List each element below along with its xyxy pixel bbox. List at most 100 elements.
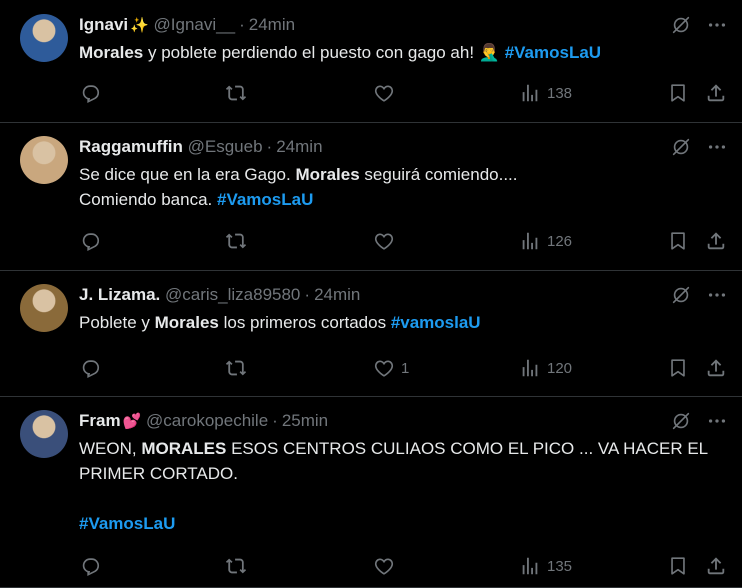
- views-button[interactable]: 120: [519, 356, 572, 380]
- grok-icon[interactable]: [670, 136, 692, 163]
- like-icon: [373, 230, 395, 252]
- more-icon[interactable]: [706, 14, 728, 41]
- retweet-button[interactable]: [225, 81, 247, 105]
- like-button[interactable]: [373, 81, 395, 105]
- name-emoji: ✨: [130, 17, 149, 34]
- text-segment: 🤦‍♂️: [478, 43, 500, 62]
- highlight-text: Morales: [295, 165, 360, 184]
- share-button[interactable]: [705, 229, 727, 253]
- avatar[interactable]: [20, 14, 68, 62]
- like-button[interactable]: [373, 554, 395, 578]
- display-name[interactable]: J. Lizama.: [79, 285, 160, 304]
- share-icon: [705, 357, 727, 379]
- bookmark-icon: [667, 555, 689, 577]
- tweet-action-bar: 138: [79, 81, 729, 105]
- share-icon: [705, 82, 727, 104]
- share-button[interactable]: [705, 554, 727, 578]
- views-icon: [519, 357, 541, 379]
- tweet[interactable]: Fram 💕 @carokopechile · 25min WEON, MORALES …: [0, 396, 742, 588]
- more-icon[interactable]: [706, 136, 728, 163]
- reply-icon: [79, 82, 101, 104]
- hashtag-link[interactable]: #vamoslaU: [391, 313, 481, 332]
- retweet-icon: [225, 230, 247, 252]
- tweet-text: Morales y poblete perdiendo el puesto co…: [79, 40, 719, 65]
- grok-icon[interactable]: [670, 14, 692, 41]
- views-button[interactable]: 135: [519, 554, 572, 578]
- tweet-action-bar: 135: [79, 554, 729, 578]
- grok-icon[interactable]: [670, 410, 692, 437]
- display-name[interactable]: Ignavi: [79, 15, 128, 34]
- tweet-top-actions: [670, 284, 728, 311]
- text-segment: Comiendo banca.: [79, 190, 217, 209]
- reply-button[interactable]: [79, 81, 101, 105]
- retweet-icon: [225, 82, 247, 104]
- hashtag-link[interactable]: #VamosLaU: [505, 43, 601, 62]
- share-button[interactable]: [705, 356, 727, 380]
- display-name[interactable]: Raggamuffin: [79, 137, 183, 156]
- tweet[interactable]: J. Lizama. @caris_liza89580 · 24min Poblete…: [0, 270, 742, 397]
- user-handle[interactable]: @carokopechile: [146, 411, 268, 430]
- bookmark-button[interactable]: [667, 356, 689, 380]
- tweet-text: Poblete y Morales los primeros cortados …: [79, 310, 719, 335]
- like-icon: [373, 357, 395, 379]
- share-button[interactable]: [705, 81, 727, 105]
- user-handle[interactable]: @caris_liza89580: [165, 285, 300, 304]
- views-icon: [519, 555, 541, 577]
- like-button[interactable]: 1: [373, 356, 409, 380]
- display-name[interactable]: Fram: [79, 411, 121, 430]
- share-icon: [705, 230, 727, 252]
- user-handle[interactable]: @Ignavi__: [154, 15, 236, 34]
- tweet-action-bar: 1 120: [79, 356, 729, 380]
- tweet-header: J. Lizama. @caris_liza89580 · 24min: [79, 284, 360, 306]
- separator-dot: ·: [266, 137, 273, 156]
- like-icon: [373, 82, 395, 104]
- bookmark-button[interactable]: [667, 229, 689, 253]
- avatar[interactable]: [20, 136, 68, 184]
- views-button[interactable]: 126: [519, 229, 572, 253]
- view-count: 120: [547, 359, 573, 377]
- view-count: 135: [547, 557, 573, 575]
- tweet[interactable]: Ignavi ✨ @Ignavi__ · 24min Morales y poblete…: [0, 0, 742, 123]
- retweet-button[interactable]: [225, 356, 247, 380]
- separator-dot: ·: [304, 285, 311, 304]
- reply-button[interactable]: [79, 356, 101, 380]
- tweet-header: Ignavi ✨ @Ignavi__ · 24min: [79, 14, 295, 36]
- like-icon: [373, 555, 395, 577]
- bookmark-button[interactable]: [667, 81, 689, 105]
- like-button[interactable]: [373, 229, 395, 253]
- highlight-text: Morales: [79, 43, 144, 62]
- hashtag-link[interactable]: #VamosLaU: [217, 190, 313, 209]
- more-icon[interactable]: [706, 284, 728, 311]
- hashtag-link[interactable]: #VamosLaU: [79, 514, 175, 533]
- reply-button[interactable]: [79, 554, 101, 578]
- grok-icon[interactable]: [670, 284, 692, 311]
- tweet[interactable]: Raggamuffin @Esgueb · 24min Se dice que en …: [0, 122, 742, 271]
- tweet-text: WEON, MORALES ESOS CENTROS CULIAOS COMO …: [79, 436, 719, 536]
- timestamp[interactable]: 24min: [314, 285, 360, 304]
- views-button[interactable]: 138: [519, 81, 572, 105]
- text-segment: los primeros cortados: [218, 313, 391, 332]
- tweet-top-actions: [670, 410, 728, 437]
- retweet-button[interactable]: [225, 229, 247, 253]
- user-handle[interactable]: @Esgueb: [188, 137, 263, 156]
- retweet-icon: [225, 555, 247, 577]
- reply-button[interactable]: [79, 229, 101, 253]
- timestamp[interactable]: 24min: [276, 137, 322, 156]
- text-segment: WEON,: [79, 439, 142, 458]
- retweet-button[interactable]: [225, 554, 247, 578]
- avatar[interactable]: [20, 284, 68, 332]
- timestamp[interactable]: 24min: [249, 15, 295, 34]
- separator-dot: ·: [239, 15, 245, 34]
- bookmark-button[interactable]: [667, 554, 689, 578]
- highlight-text: Morales: [154, 313, 219, 332]
- text-segment: Se dice que en la era Gago.: [79, 165, 296, 184]
- view-count: 126: [547, 232, 573, 250]
- timestamp[interactable]: 25min: [282, 411, 328, 430]
- avatar[interactable]: [20, 410, 68, 458]
- more-icon[interactable]: [706, 410, 728, 437]
- like-count: 1: [401, 359, 410, 377]
- tweet-header: Fram 💕 @carokopechile · 25min: [79, 410, 328, 432]
- reply-icon: [79, 555, 101, 577]
- views-icon: [519, 230, 541, 252]
- share-icon: [705, 555, 727, 577]
